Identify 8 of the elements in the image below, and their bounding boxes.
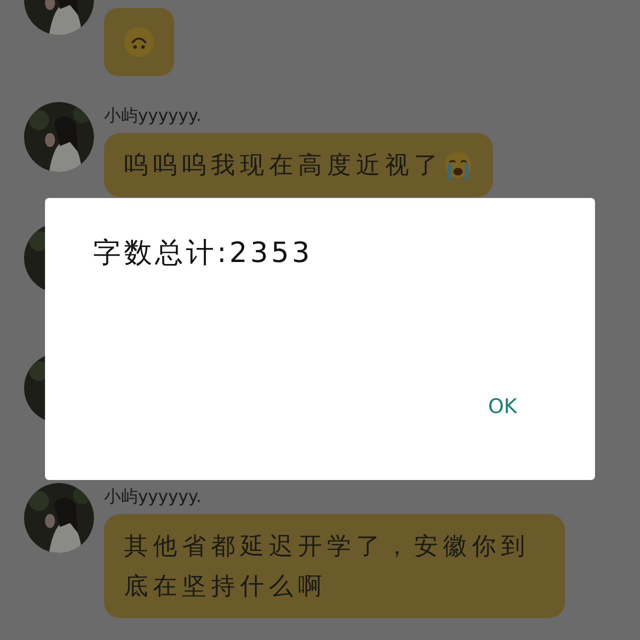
dialog-message: 字数总计:2353 (93, 235, 314, 271)
crying-face-icon (443, 151, 473, 182)
upside-down-face-icon (123, 26, 155, 58)
message-bubble: 呜呜呜我现在高度近视了 (104, 133, 493, 197)
sender-name: 小屿yyyyyy. (104, 486, 202, 508)
message-bubble: 其他省都延迟开学了，安徽你到底在坚持什么啊 (104, 514, 565, 618)
ok-button[interactable]: OK (472, 390, 533, 422)
sender-name: 小屿yyyyyy. (104, 105, 202, 127)
